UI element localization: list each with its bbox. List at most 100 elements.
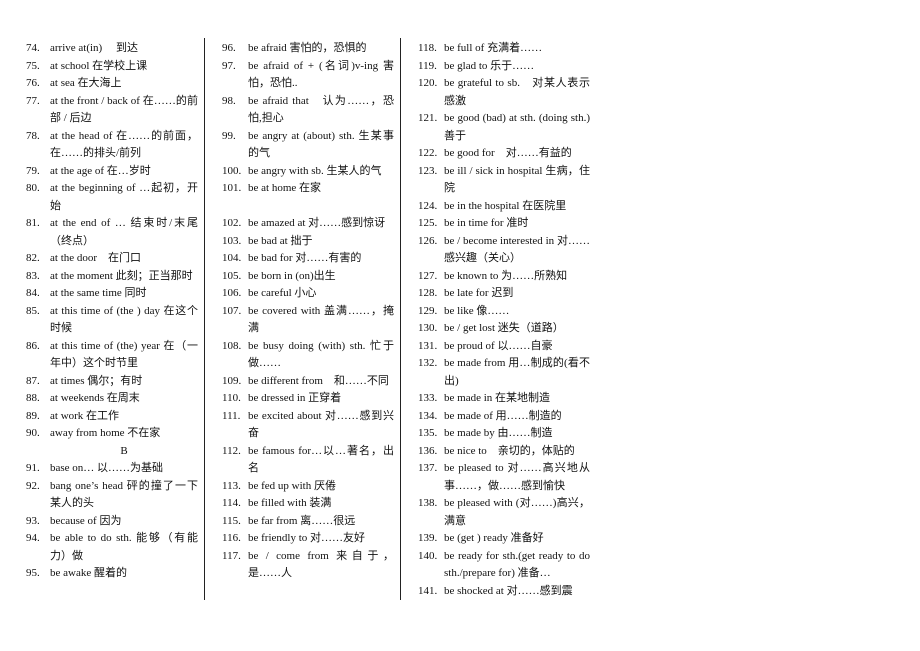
entry-text: at the front / back of 在……的前部 / 后边 [50, 94, 198, 125]
entry-number: 112. [222, 444, 241, 457]
vocab-entry: 96. be afraid 害怕的，恐惧的 [222, 40, 394, 58]
vocab-entry: 86. at this time of (the) year 在（一年中）这个时节… [26, 338, 198, 373]
entry-text: at school 在学校上课 [50, 59, 148, 72]
entry-text: be (get ) ready 准备好 [444, 532, 544, 544]
entry-text: be made of 用……制造的 [444, 409, 562, 422]
entry-text: be dressed in 正穿着 [248, 392, 342, 404]
vocab-column-1: 74. arrive at(in) 到达 75. at school 在学校上课 76.… [26, 40, 198, 583]
entry-number: 129. [418, 304, 438, 317]
vocab-entry: 140. be ready for sth.(get ready to do st… [418, 548, 590, 583]
vocab-entry: 121. be good (bad) at sth. (doing sth.) 善… [418, 110, 590, 145]
entry-text: be made in 在某地制造 [444, 392, 551, 404]
entry-text: be bad for 对……有害的 [248, 252, 362, 264]
entry-number: 124. [418, 199, 438, 212]
entry-number: 79. [26, 164, 40, 177]
entry-number: 117. [222, 549, 241, 562]
entry-text: be able to do sth. 能够（有能力）做 [50, 532, 198, 562]
entry-text: be filled with 装满 [248, 497, 332, 509]
vocab-entry: 79. at the age of 在…岁时 [26, 163, 198, 181]
entry-number: 121. [418, 112, 438, 124]
entry-text: be angry with sb. 生某人的气 [248, 164, 382, 177]
entry-text: be busy doing (with) sth. 忙于做…… [248, 339, 394, 370]
vocab-entry: 104. be bad for 对……有害的 [222, 250, 394, 268]
vocab-entry: 122. be good for 对……有益的 [418, 145, 590, 163]
entry-number: 138. [418, 497, 438, 509]
vocab-entry: 94. be able to do sth. 能够（有能力）做 [26, 530, 198, 565]
entry-text: be in the hospital 在医院里 [444, 199, 567, 212]
entry-number: 119. [418, 59, 437, 72]
entry-number: 95. [26, 567, 40, 579]
vocab-entry: 101. be at home 在家 [222, 180, 394, 198]
vocab-entry: 81. at the end of … 结束时/末尾（终点） [26, 215, 198, 250]
vocab-entry: 116. be friendly to 对……友好 [222, 530, 394, 548]
entry-number: 137. [418, 462, 438, 474]
entry-number: 88. [26, 392, 40, 404]
entry-number: 127. [418, 269, 438, 282]
entry-text: at times 偶尔；有时 [50, 374, 143, 387]
entry-text: be at home 在家 [248, 182, 322, 194]
vocab-entry: 82. at the door 在门口 [26, 250, 198, 268]
entry-number: 92. [26, 479, 40, 492]
vocab-entry: 139. be (get ) ready 准备好 [418, 530, 590, 548]
entry-number: 100. [222, 164, 242, 177]
vocab-column-3: 118. be full of 充满着…… 119. be glad to 乐于…… 1… [418, 40, 590, 600]
entry-text: be shocked at 对……感到震 [444, 584, 573, 597]
entry-text: be bad at 拙于 [248, 234, 313, 247]
vocab-entry: 91. base on… 以……为基础 [26, 460, 198, 478]
entry-text: be pleased with (对……)高兴，满意 [444, 497, 590, 527]
entry-number: 130. [418, 322, 438, 334]
vocab-entry: 92. bang one’s head 砰的撞了一下某人的头 [26, 478, 198, 513]
vocab-entry: 113. be fed up with 厌倦 [222, 478, 394, 496]
vocab-entry: 114. be filled with 装满 [222, 495, 394, 513]
entry-number: 81. [26, 217, 40, 229]
entry-number: 82. [26, 252, 40, 264]
entry-number: 125. [418, 217, 438, 229]
entry-text: bang one’s head 砰的撞了一下某人的头 [50, 479, 198, 510]
vocab-entry: 117. be / come from 来自于，是……人 [222, 548, 394, 583]
vocab-entry: 118. be full of 充满着…… [418, 40, 590, 58]
vocab-entry: 127. be known to 为……所熟知 [418, 268, 590, 286]
entry-number: 101. [222, 182, 242, 194]
vocab-entry: 83. at the moment 此刻；正当那时 [26, 268, 198, 286]
vocab-entry: 129. be like 像…… [418, 303, 590, 321]
entry-number: 85. [26, 304, 40, 317]
entry-text: be ready for sth.(get ready to do sth./p… [444, 549, 590, 580]
entry-number: 120. [418, 77, 438, 89]
entry-text: at the moment 此刻；正当那时 [50, 269, 193, 282]
entry-number: 99. [222, 129, 236, 142]
vocab-entry: 107. be covered with 盖满……，掩满 [222, 303, 394, 338]
entry-text: be different from 和……不同 [248, 374, 389, 387]
entry-number: 123. [418, 164, 438, 177]
entry-number: 75. [26, 59, 40, 72]
entry-number: 76. [26, 77, 40, 89]
vocab-entry: 134. be made of 用……制造的 [418, 408, 590, 426]
vocab-entry: 110. be dressed in 正穿着 [222, 390, 394, 408]
entry-text: because of 因为 [50, 514, 122, 527]
vocab-entry: 120. be grateful to sb. 对某人表示感激 [418, 75, 590, 110]
entry-text: at the door 在门口 [50, 252, 142, 264]
entry-text: be glad to 乐于…… [444, 59, 535, 72]
entry-text: be far from 离……很远 [248, 514, 356, 527]
entry-number: 136. [418, 444, 438, 457]
entry-text: at this time of (the ) day 在这个时候 [50, 304, 198, 335]
vocab-entry: 76. at sea 在大海上 [26, 75, 198, 93]
entry-number: 115. [222, 514, 241, 527]
entry-text: be covered with 盖满……，掩满 [248, 304, 394, 335]
vocab-entry: 126. be / become interested in 对……感兴趣（关心） [418, 233, 590, 268]
entry-number: 107. [222, 304, 242, 317]
entry-text: be fed up with 厌倦 [248, 479, 336, 492]
entry-number: 133. [418, 392, 438, 404]
entry-text: be excited about 对……感到兴奋 [248, 409, 394, 440]
vocab-entry: 85. at this time of (the ) day 在这个时候 [26, 303, 198, 338]
entry-text: be / come from 来自于，是……人 [248, 549, 394, 580]
vocab-entry: 90. away from home 不在家 [26, 425, 198, 443]
entry-text: be proud of 以……自豪 [444, 339, 553, 352]
entry-number: 135. [418, 427, 438, 439]
entry-number: 134. [418, 409, 438, 422]
vocab-entry: 74. arrive at(in) 到达 [26, 40, 198, 58]
vocab-entry: 89. at work 在工作 [26, 408, 198, 426]
vocab-entry: 105. be born in (on)出生 [222, 268, 394, 286]
entry-number: 106. [222, 287, 242, 299]
entry-text: be afraid 害怕的，恐惧的 [248, 42, 367, 54]
